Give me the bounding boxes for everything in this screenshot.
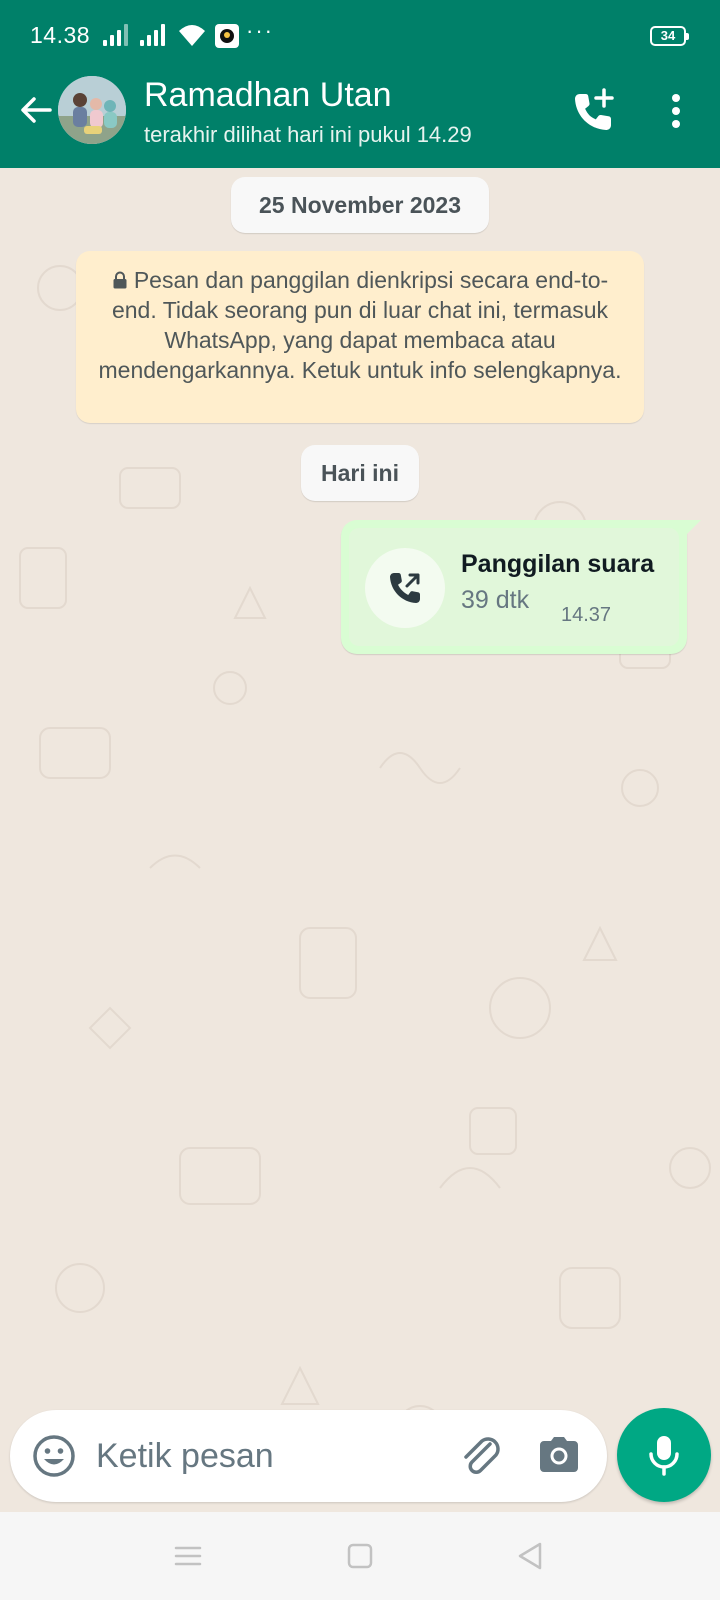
contact-name[interactable]: Ramadhan Utan (144, 76, 392, 115)
message-composer (10, 1410, 607, 1502)
emoji-icon[interactable] (30, 1432, 78, 1480)
message-timestamp: 14.37 (561, 604, 612, 626)
navigation-bar (0, 1512, 720, 1600)
last-seen-status[interactable]: terakhir dilihat hari ini pukul 14.29 (144, 122, 472, 148)
camera-icon[interactable] (536, 1432, 582, 1478)
call-title: Panggilan suara (461, 550, 655, 578)
avatar[interactable] (58, 76, 126, 144)
call-card[interactable]: Panggilan suara 39 dtk 14.37 (349, 528, 679, 646)
app-notification-icon (215, 24, 239, 48)
battery-icon: 34 (650, 26, 689, 46)
status-time: 14.38 (30, 22, 91, 48)
today-chip: Hari ini (301, 445, 419, 501)
chat-header: 14.38 ··· 34 Ramadhan Utan terakhir dili… (0, 0, 720, 168)
lock-icon (113, 271, 127, 289)
back-arrow-icon[interactable] (14, 88, 58, 132)
signal-icon (103, 24, 129, 46)
call-duration: 39 dtk (461, 586, 530, 614)
encryption-notice-text: Pesan dan panggilan dienkripsi secara en… (98, 267, 622, 383)
message-input[interactable] (96, 1428, 426, 1484)
outgoing-call-icon (390, 573, 420, 603)
back-nav-button[interactable] (506, 1532, 554, 1580)
home-icon (347, 1543, 373, 1569)
chat-area[interactable]: 25 November 2023 Pesan dan panggilan die… (0, 168, 720, 1512)
home-nav-button[interactable] (336, 1532, 384, 1580)
microphone-icon (649, 1436, 679, 1476)
more-vertical-icon[interactable] (654, 86, 698, 138)
voice-call-message[interactable]: Panggilan suara 39 dtk 14.37 (341, 520, 701, 654)
attachment-icon[interactable] (456, 1430, 506, 1480)
voice-record-button[interactable] (617, 1408, 711, 1502)
date-chip: 25 November 2023 (231, 177, 489, 233)
call-icon-circle (365, 548, 445, 628)
status-bar: 14.38 ··· 34 (0, 0, 720, 72)
menu-nav-button[interactable] (164, 1532, 212, 1580)
signal-icon (140, 24, 166, 46)
app-bar: Ramadhan Utan terakhir dilihat hari ini … (0, 72, 720, 168)
add-call-icon[interactable] (568, 86, 620, 138)
back-icon (518, 1542, 542, 1570)
wifi-icon (179, 25, 205, 46)
menu-icon (174, 1546, 202, 1566)
encryption-notice[interactable]: Pesan dan panggilan dienkripsi secara en… (76, 251, 644, 423)
more-notifications-icon: ··· (246, 18, 274, 43)
